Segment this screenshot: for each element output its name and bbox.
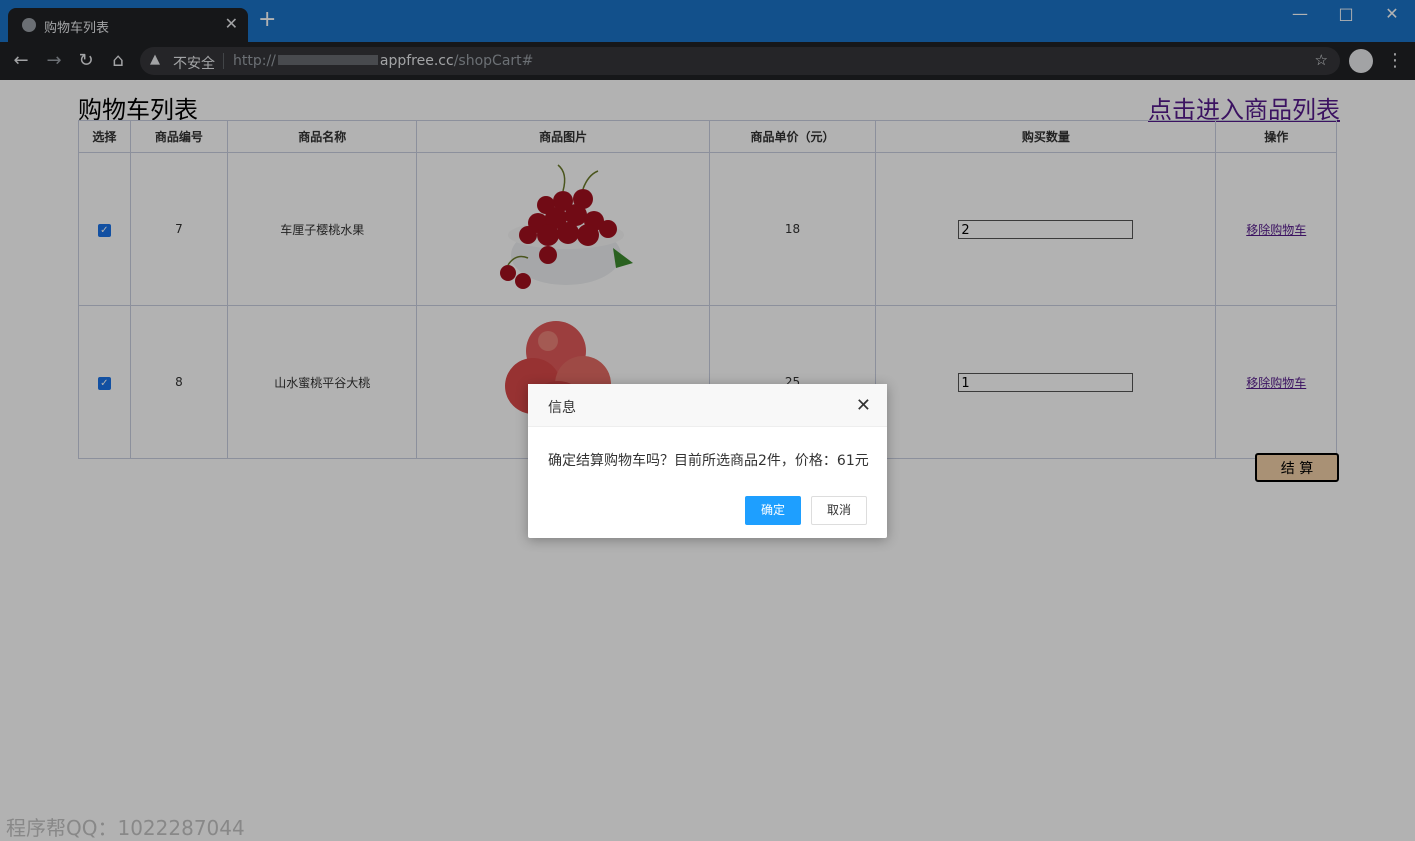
confirm-dialog: 信息 ✕ 确定结算购物车吗？目前所选商品2件，价格：61元 确定 取消 [528, 384, 887, 538]
watermark-text: 程序帮QQ：1022287044 [6, 816, 245, 840]
dialog-title: 信息 [548, 400, 576, 416]
dialog-header: 信息 ✕ [528, 384, 887, 427]
dialog-message: 确定结算购物车吗？目前所选商品2件，价格：61元 [548, 453, 869, 469]
dialog-close-icon[interactable]: ✕ [856, 395, 871, 416]
confirm-button[interactable]: 确定 [745, 496, 801, 525]
cancel-button[interactable]: 取消 [811, 496, 867, 525]
